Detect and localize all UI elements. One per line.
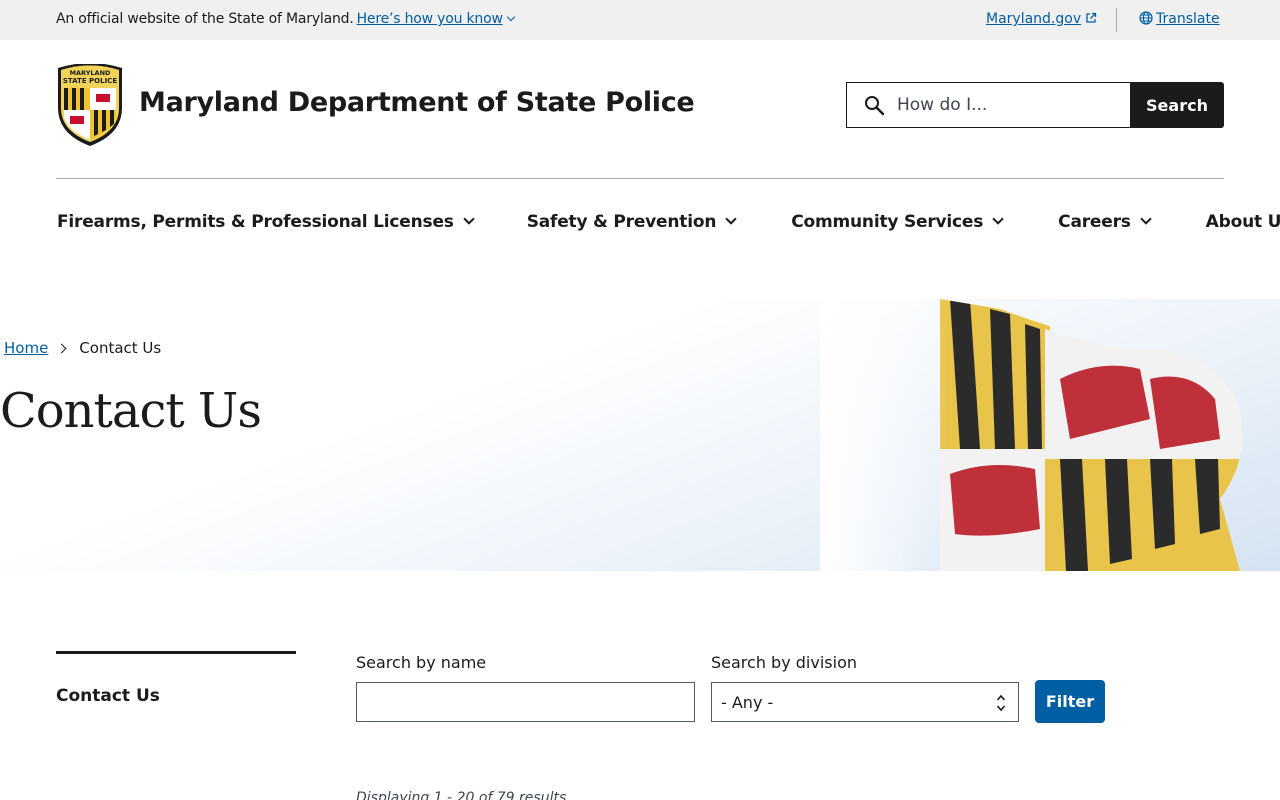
division-select-value: - Any - [721,692,774,712]
search-icon [865,96,885,116]
nav-item-safety-prevention[interactable]: Safety & Prevention [527,212,737,232]
official-banner: An official website of the State of Mary… [0,0,1280,40]
maryland-gov-link[interactable]: Maryland.gov [986,11,1097,27]
filter-button[interactable]: Filter [1035,680,1105,723]
chevron-down-icon [1140,213,1152,225]
maryland-flag-image [820,299,1280,571]
sidebar-item-contact-us[interactable]: Contact Us [56,686,160,706]
page-title: Contact Us [0,383,262,439]
main-nav: Firearms, Permits & Professional License… [57,210,1280,234]
state-police-seal-logo[interactable]: MARYLAND STATE POLICE [56,64,124,146]
heres-how-you-know-link[interactable]: Here’s how you know [357,11,515,27]
svg-text:STATE POLICE: STATE POLICE [63,77,117,85]
chevron-right-icon [56,343,67,353]
search-input[interactable]: How do I... [846,82,1130,128]
translate-link[interactable]: Translate [1139,11,1220,27]
select-arrows-icon [996,694,1006,712]
official-text: An official website of the State of Mary… [56,11,354,27]
name-search-label: Search by name [356,653,487,672]
name-search-input[interactable] [356,682,695,722]
sidebar-divider [56,651,296,654]
nav-item-firearms-permits[interactable]: Firearms, Permits & Professional License… [57,212,475,232]
results-summary: Displaying 1 - 20 of 79 results [356,790,567,800]
site-search: How do I... Search [846,82,1224,128]
breadcrumb-current: Contact Us [79,339,162,357]
search-button[interactable]: Search [1130,82,1224,128]
chevron-down-icon [725,213,737,225]
breadcrumb: Home Contact Us [4,339,161,357]
nav-item-community-services[interactable]: Community Services [791,212,1004,232]
breadcrumb-home-link[interactable]: Home [4,339,48,357]
globe-icon [1139,11,1153,25]
nav-item-careers[interactable]: Careers [1058,212,1152,232]
nav-item-about-us[interactable]: About Us [1206,212,1280,232]
header-divider [56,178,1224,179]
division-select-label: Search by division [711,653,857,672]
official-website-notice: An official website of the State of Mary… [56,11,515,27]
banner-divider [1116,8,1117,32]
division-select[interactable]: - Any - [711,682,1019,722]
external-link-icon [1086,12,1097,23]
chevron-down-icon [506,12,515,22]
chevron-down-icon [463,213,475,225]
search-placeholder: How do I... [897,95,988,115]
site-title[interactable]: Maryland Department of State Police [139,87,695,118]
svg-text:MARYLAND: MARYLAND [70,69,111,77]
chevron-down-icon [992,213,1004,225]
